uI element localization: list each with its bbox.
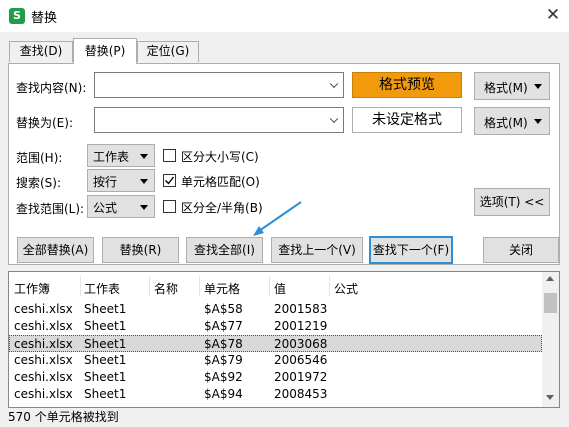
cell-workbook: ceshi.xlsx xyxy=(14,319,73,333)
match-case-checkbox[interactable] xyxy=(163,149,176,162)
close-button[interactable]: 关闭 xyxy=(483,237,559,263)
column-header-workbook[interactable]: 工作簿 xyxy=(14,280,50,296)
column-header-sheet[interactable]: 工作表 xyxy=(84,280,120,296)
match-cell-label[interactable]: 单元格匹配(O) xyxy=(181,173,260,190)
cell-value: 2001583 xyxy=(274,302,328,316)
title-bar: S 替换 ✕ xyxy=(0,0,569,32)
tab-find[interactable]: 查找(D) xyxy=(9,41,73,62)
column-divider[interactable] xyxy=(329,276,330,296)
tab-replace[interactable]: 替换(P) xyxy=(73,38,137,64)
find-label: 查找内容(N): xyxy=(16,81,87,95)
find-next-button[interactable]: 查找下一个(F) xyxy=(369,236,453,264)
dropdown-arrow-icon xyxy=(534,119,542,124)
look-in-select[interactable]: 公式 xyxy=(87,195,155,218)
cell-cell: $A$78 xyxy=(204,337,243,351)
find-format-preview: 格式预览 xyxy=(352,72,462,98)
scope-label: 范围(H): xyxy=(16,151,63,165)
dropdown-arrow-icon xyxy=(140,154,148,159)
cell-value: 2006546 xyxy=(274,353,328,367)
replace-button[interactable]: 替换(R) xyxy=(102,237,179,263)
cell-cell: $A$79 xyxy=(204,353,243,367)
dropdown-arrow-icon xyxy=(140,205,148,210)
search-select[interactable]: 按行 xyxy=(87,169,155,192)
table-row[interactable]: ceshi.xlsx Sheet1 $A$58 2001583 xyxy=(9,301,542,318)
look-in-value: 公式 xyxy=(93,201,118,215)
cell-workbook: ceshi.xlsx xyxy=(14,337,73,351)
cell-value: 2008453 xyxy=(274,387,328,401)
match-case-label[interactable]: 区分大小写(C) xyxy=(181,148,259,165)
chevron-down-icon[interactable] xyxy=(329,114,339,124)
replace-label: 替换为(E): xyxy=(16,116,73,130)
cell-workbook: ceshi.xlsx xyxy=(14,302,73,316)
cell-sheet: Sheet1 xyxy=(84,337,127,351)
cell-workbook: ceshi.xlsx xyxy=(14,387,73,401)
chevron-down-icon[interactable] xyxy=(329,79,339,89)
vertical-scrollbar[interactable] xyxy=(542,272,559,407)
cell-workbook: ceshi.xlsx xyxy=(14,370,73,384)
find-format-button[interactable]: 格式(M) xyxy=(474,72,550,100)
search-value: 按行 xyxy=(93,175,118,189)
app-icon: S xyxy=(9,8,25,24)
replace-all-button[interactable]: 全部替换(A) xyxy=(17,237,94,263)
cell-cell: $A$77 xyxy=(204,319,243,333)
scroll-up-icon[interactable] xyxy=(546,276,554,281)
match-width-checkbox[interactable] xyxy=(163,200,176,213)
scroll-down-icon[interactable] xyxy=(546,395,554,400)
column-divider[interactable] xyxy=(269,276,270,296)
column-divider[interactable] xyxy=(199,276,200,296)
replace-format-preview: 未设定格式 xyxy=(352,107,462,133)
results-list[interactable]: 工作簿 工作表 名称 单元格 值 公式 ceshi.xlsx Sheet1 $A$5… xyxy=(8,271,560,408)
find-input[interactable] xyxy=(94,72,344,98)
scrollbar-thumb[interactable] xyxy=(544,293,557,313)
table-row[interactable]: ceshi.xlsx Sheet1 $A$79 2006546 xyxy=(9,352,542,369)
match-cell-checkbox[interactable] xyxy=(163,174,176,187)
options-toggle-button[interactable]: 选项(T) << xyxy=(474,188,550,216)
cell-workbook: ceshi.xlsx xyxy=(14,353,73,367)
table-row[interactable]: ceshi.xlsx Sheet1 $A$77 2001219 xyxy=(9,318,542,335)
find-previous-button[interactable]: 查找上一个(V) xyxy=(271,237,363,263)
find-format-label: 格式(M) xyxy=(484,81,528,95)
cell-sheet: Sheet1 xyxy=(84,387,127,401)
status-text: 570 个单元格被找到 xyxy=(8,410,119,424)
window-title: 替换 xyxy=(31,11,58,26)
replace-format-label: 格式(M) xyxy=(484,116,528,130)
table-row[interactable]: ceshi.xlsx Sheet1 $A$78 2003068 xyxy=(9,335,542,352)
look-in-label: 查找范围(L): xyxy=(16,202,85,216)
column-header-formula[interactable]: 公式 xyxy=(334,280,358,296)
table-row[interactable]: ceshi.xlsx Sheet1 $A$94 2008453 xyxy=(9,386,542,403)
dropdown-arrow-icon xyxy=(140,179,148,184)
cell-sheet: Sheet1 xyxy=(84,353,127,367)
column-divider[interactable] xyxy=(80,276,81,296)
column-header-name[interactable]: 名称 xyxy=(154,280,178,296)
close-icon[interactable]: ✕ xyxy=(542,4,564,26)
cell-value: 2001219 xyxy=(274,319,328,333)
scope-value: 工作表 xyxy=(93,150,130,164)
cell-sheet: Sheet1 xyxy=(84,319,127,333)
dropdown-arrow-icon xyxy=(534,84,542,89)
tab-goto[interactable]: 定位(G) xyxy=(137,41,199,62)
cell-cell: $A$58 xyxy=(204,302,243,316)
cell-cell: $A$94 xyxy=(204,387,243,401)
scope-select[interactable]: 工作表 xyxy=(87,144,155,167)
table-row[interactable]: ceshi.xlsx Sheet1 $A$92 2001972 xyxy=(9,369,542,386)
column-divider[interactable] xyxy=(149,276,150,296)
check-icon xyxy=(165,176,175,185)
replace-format-button[interactable]: 格式(M) xyxy=(474,107,550,135)
find-all-button[interactable]: 查找全部(I) xyxy=(186,237,263,263)
cell-sheet: Sheet1 xyxy=(84,370,127,384)
search-label: 搜索(S): xyxy=(16,176,62,190)
cell-value: 2001972 xyxy=(274,370,328,384)
cell-sheet: Sheet1 xyxy=(84,302,127,316)
column-header-cell[interactable]: 单元格 xyxy=(204,280,240,296)
annotation-arrow-icon xyxy=(253,201,302,236)
replace-input[interactable] xyxy=(94,107,344,133)
cell-cell: $A$92 xyxy=(204,370,243,384)
column-header-value[interactable]: 值 xyxy=(274,280,286,296)
cell-value: 2003068 xyxy=(274,337,328,351)
